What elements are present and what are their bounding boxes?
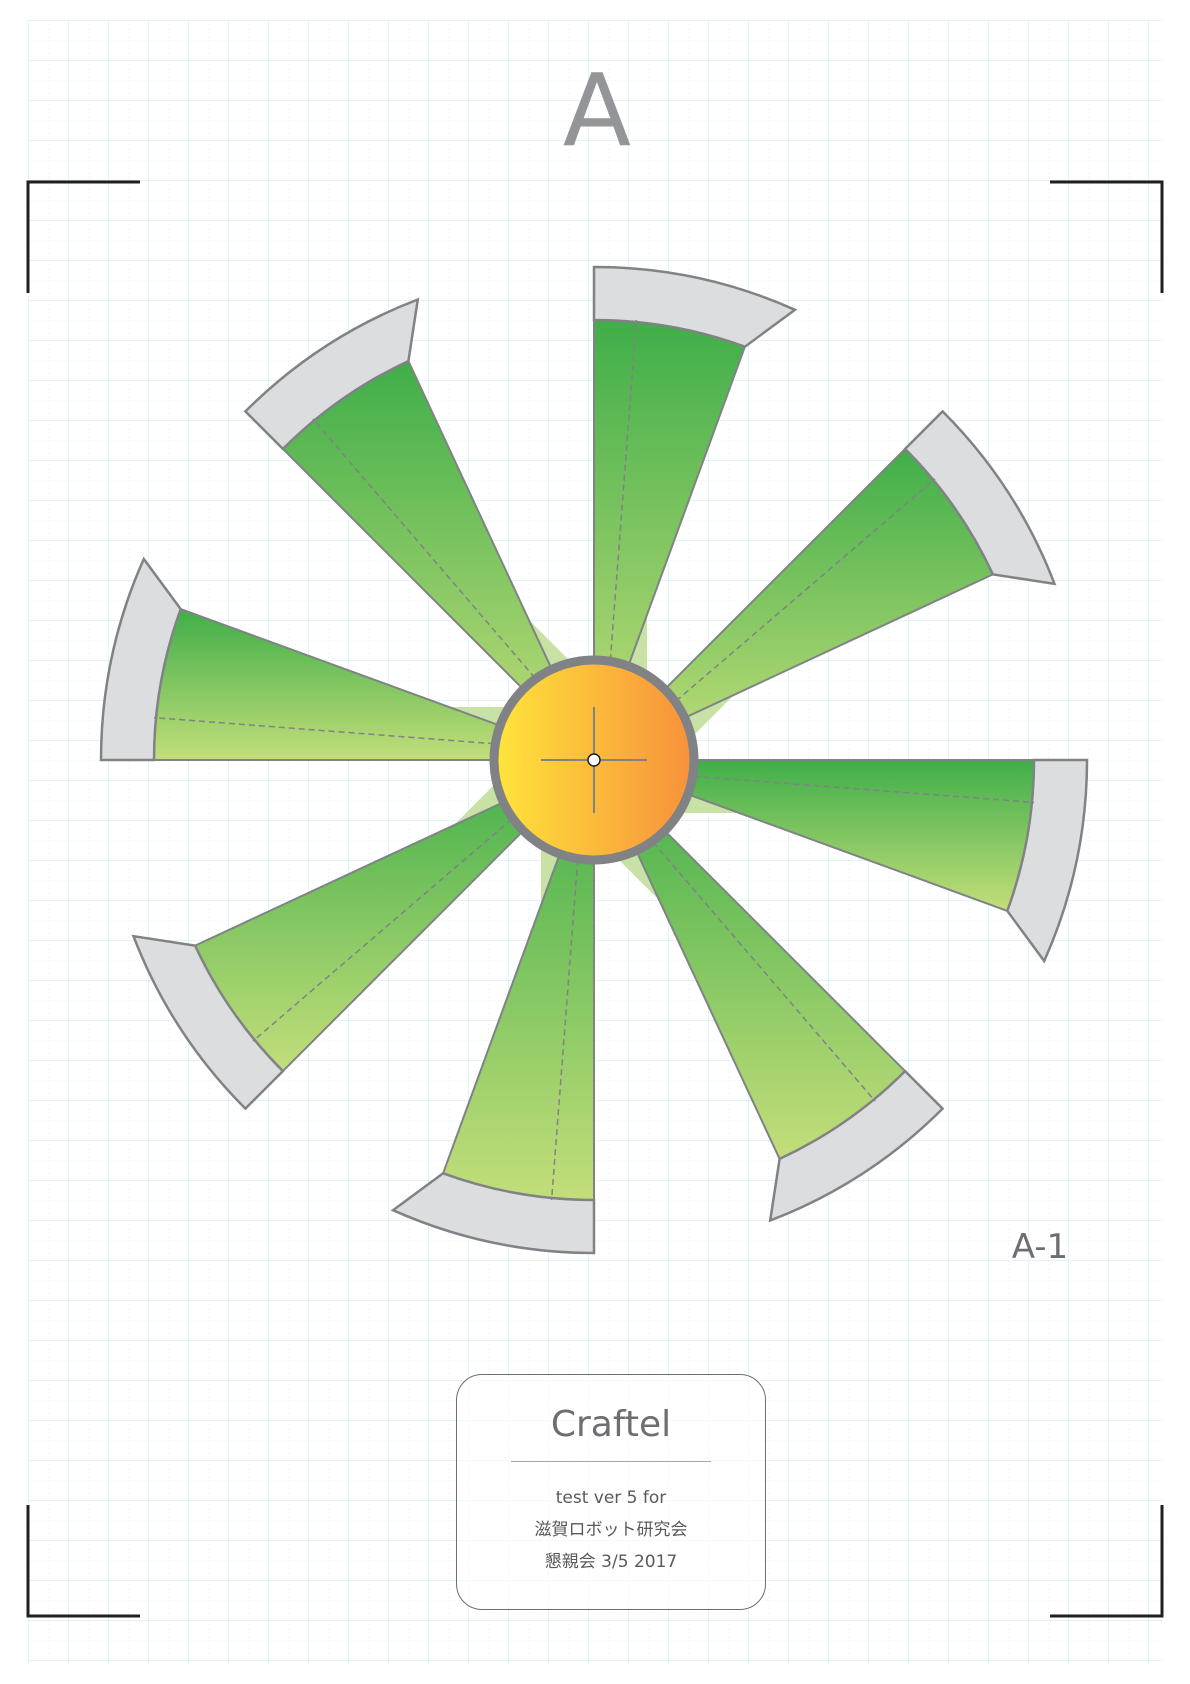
center-pin-hole	[587, 753, 601, 767]
label-line-3: 懇親会 3/5 2017	[544, 1552, 678, 1572]
label-line-2: 滋賀ロボット研究会	[534, 1520, 688, 1540]
label-line-1: test ver 5 for	[555, 1488, 667, 1508]
part-id: A-1	[1012, 1227, 1068, 1267]
hub	[489, 655, 699, 865]
sheet-letter: A	[563, 52, 631, 169]
label-card: Craftel test ver 5 for 滋賀ロボット研究会 懇親会 3/5…	[456, 1374, 766, 1610]
label-title: Craftel	[550, 1404, 672, 1445]
label-divider	[511, 1461, 711, 1462]
